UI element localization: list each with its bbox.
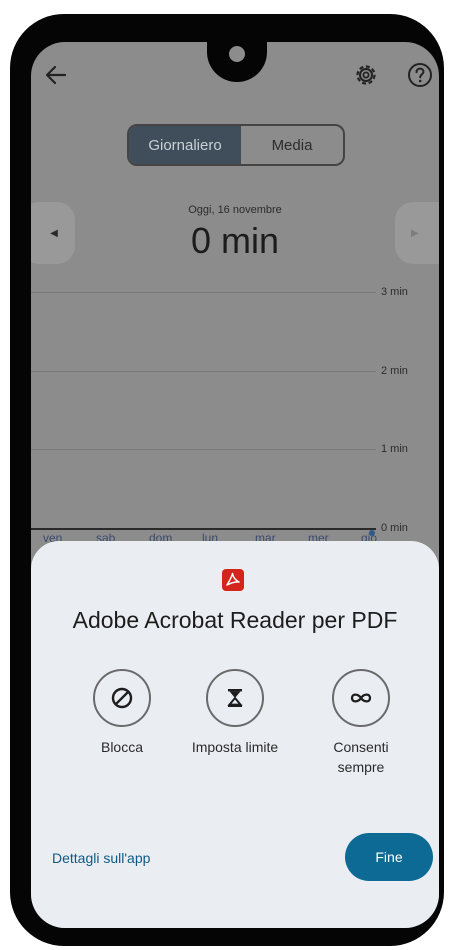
app-details-link[interactable]: Dettagli sull'app: [52, 850, 150, 866]
always-allow-action[interactable]: Consenti sempre: [301, 669, 421, 777]
app-actions-sheet: Adobe Acrobat Reader per PDF Blocca Impo…: [31, 541, 439, 928]
front-camera: [229, 46, 245, 62]
y-axis-tick-label: 1 min: [381, 443, 408, 456]
set-limit-label: Imposta limite: [191, 739, 279, 755]
block-label: Blocca: [100, 739, 144, 755]
tab-daily[interactable]: Giornaliero: [129, 126, 241, 164]
gridline: [31, 449, 376, 451]
set-limit-button[interactable]: [206, 669, 264, 727]
app-name: Adobe Acrobat Reader per PDF: [72, 607, 398, 633]
always-allow-label-line2: sempre: [337, 759, 385, 775]
screen-time-total: 0 min: [190, 220, 280, 261]
gridline: [31, 528, 376, 530]
gear-icon: [356, 65, 376, 85]
tab-average[interactable]: Media: [241, 126, 343, 164]
block-icon: [111, 687, 133, 709]
y-axis-tick-label: 3 min: [381, 286, 408, 298]
gridline: [31, 292, 376, 293]
always-allow-button[interactable]: [332, 669, 390, 727]
period-toggle: Giornaliero Media: [127, 124, 345, 166]
hourglass-icon: [227, 689, 243, 707]
screen: Giornaliero Media ◀ ▶ Oggi, 16 novembre …: [31, 42, 439, 928]
always-allow-label: Consenti sempre: [301, 737, 421, 777]
selected-day-marker: [369, 530, 375, 536]
set-limit-action[interactable]: Imposta limite: [175, 669, 295, 757]
infinity-icon: [350, 693, 372, 703]
date-label: Oggi, 16 novembre: [188, 204, 282, 216]
block-action[interactable]: Blocca: [62, 669, 182, 757]
gridline: [31, 370, 376, 372]
arrow-left-icon: [45, 65, 67, 85]
done-button[interactable]: Fine: [345, 833, 433, 881]
help-circle-icon: [408, 63, 432, 87]
always-allow-label-line1: Consenti: [333, 739, 389, 755]
y-axis-tick-label: 2 min: [381, 364, 408, 377]
acrobat-reader-icon: [222, 569, 244, 591]
y-axis-tick-label: 0 min: [381, 522, 408, 534]
settings-button[interactable]: [351, 60, 381, 90]
help-button[interactable]: [405, 60, 435, 90]
back-button[interactable]: [41, 60, 71, 90]
block-button[interactable]: [93, 669, 151, 727]
